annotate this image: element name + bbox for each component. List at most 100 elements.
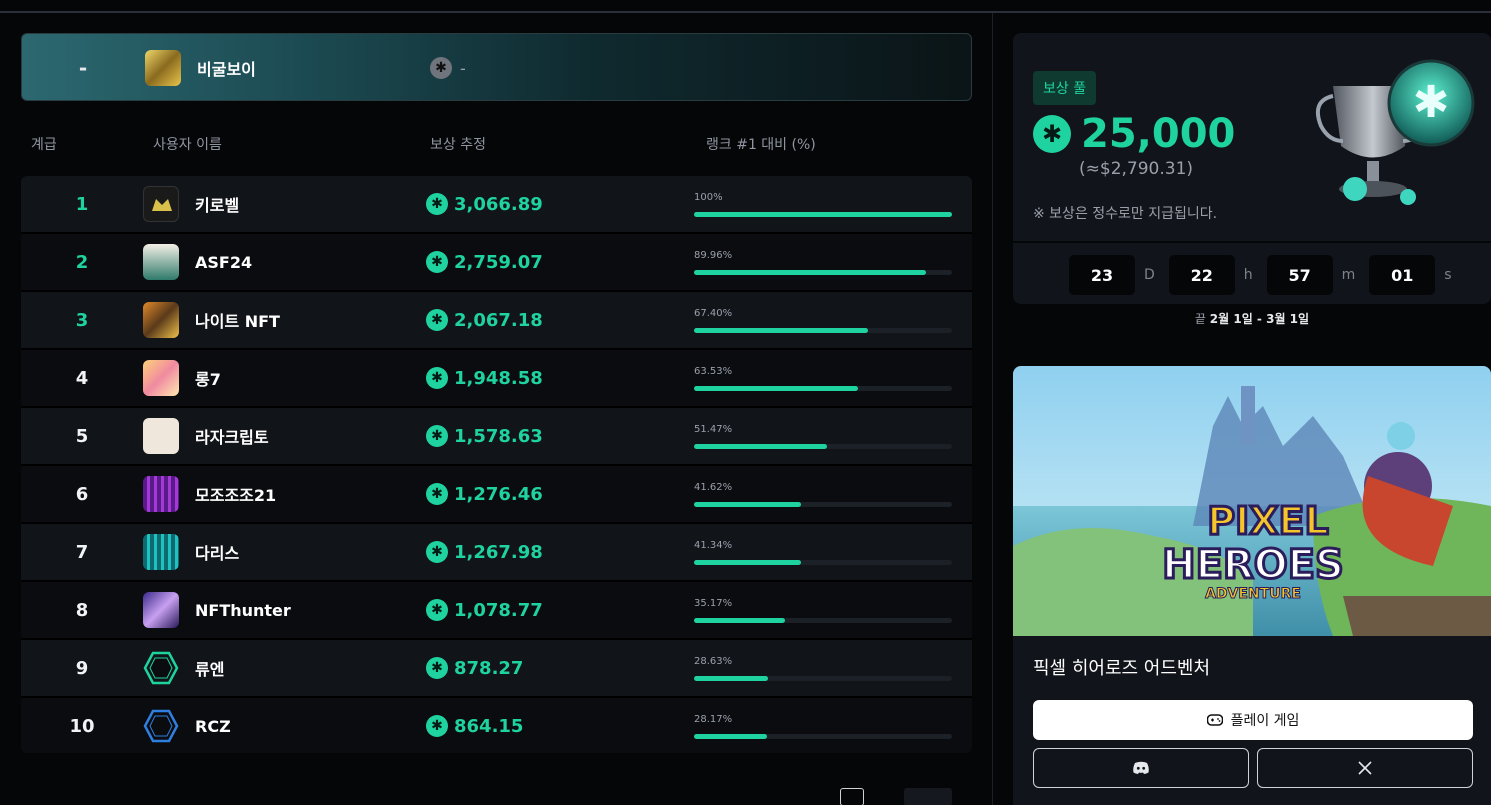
row-progress-bar — [694, 502, 952, 507]
row-percent-label: 89.96% — [694, 250, 733, 261]
row-rank: 10 — [69, 715, 95, 737]
row-reward: ✱ 878.27 — [426, 640, 523, 696]
game-title: 픽셀 히어로즈 어드벤처 — [1033, 658, 1211, 679]
row-reward-value: 1,078.77 — [454, 599, 543, 621]
x-icon — [1358, 761, 1372, 775]
user-avatar — [143, 476, 179, 512]
row-reward-value: 2,759.07 — [454, 251, 543, 273]
row-reward-value: 864.15 — [454, 715, 524, 737]
my-rank-row: - 비굴보이 ✱ - — [21, 33, 972, 101]
row-reward-value: 2,067.18 — [454, 309, 543, 331]
row-percent-label: 28.17% — [694, 714, 733, 725]
leaderboard-row[interactable]: 4 롱7 ✱ 1,948.58 63.53% — [21, 350, 972, 406]
header-reward: 보상 추정 — [430, 137, 486, 153]
timer-hours-unit: h — [1243, 267, 1253, 283]
coin-icon: ✱ — [426, 193, 448, 215]
leaderboard-row[interactable]: 8 NFThunter ✱ 1,078.77 35.17% — [21, 582, 972, 638]
header-username: 사용자 이름 — [153, 137, 222, 153]
row-progress-bar — [694, 734, 952, 739]
crown-icon — [152, 199, 172, 211]
row-rank: 1 — [75, 193, 89, 215]
row-progress-bar — [694, 618, 952, 623]
user-avatar — [143, 708, 179, 744]
row-progress-bar — [694, 328, 952, 333]
row-reward-value: 878.27 — [454, 657, 524, 679]
row-reward-value: 1,267.98 — [454, 541, 543, 563]
reward-pool-card: 보상 풀 ✱ 25,000 (≈$2,790.31) ※ 보상은 정수로만 지급… — [1013, 33, 1491, 304]
game-card: PIXEL HEROES ADVENTURE 픽셀 히어로즈 어드벤처 플레이 … — [1013, 366, 1491, 805]
leaderboard-row[interactable]: 10 RCZ ✱ 864.15 28.17% — [21, 698, 972, 753]
pagination-next-button[interactable] — [904, 788, 952, 805]
reward-pool-amount-value: 25,000 — [1081, 111, 1236, 157]
user-avatar — [143, 244, 179, 280]
pagination-current-page[interactable] — [840, 788, 864, 805]
column-divider — [992, 13, 993, 805]
row-username: 롱7 — [195, 370, 221, 389]
row-progress-fill — [694, 212, 952, 217]
header-tier: 계급 — [31, 137, 57, 153]
game-logo-line3: ADVENTURE — [1205, 586, 1301, 602]
leaderboard-row[interactable]: 3 나이트 NFT ✱ 2,067.18 67.40% — [21, 292, 972, 348]
row-progress-bar — [694, 270, 952, 275]
row-username: NFThunter — [195, 600, 291, 620]
user-avatar — [143, 650, 179, 686]
header-vs-first: 랭크 #1 대비 (%) — [706, 137, 816, 153]
row-reward: ✱ 1,267.98 — [426, 524, 543, 580]
leaderboard-row[interactable]: 7 다리스 ✱ 1,267.98 41.34% — [21, 524, 972, 580]
pool-separator — [1013, 241, 1491, 243]
row-reward: ✱ 2,759.07 — [426, 234, 543, 290]
row-reward: ✱ 1,078.77 — [426, 582, 543, 638]
row-reward: ✱ 3,066.89 — [426, 176, 543, 232]
reward-pool-badge: 보상 풀 — [1033, 71, 1097, 105]
game-logo-line2: HEROES — [1162, 542, 1344, 588]
my-reward: ✱ - — [430, 34, 466, 102]
row-progress-bar — [694, 676, 952, 681]
leaderboard-row[interactable]: 1 키로벨 ✱ 3,066.89 100% — [21, 176, 972, 232]
leaderboard-row[interactable]: 2 ASF24 ✱ 2,759.07 89.96% — [21, 234, 972, 290]
user-avatar — [143, 186, 179, 222]
reward-pool-note: ※ 보상은 정수로만 지급됩니다. — [1033, 206, 1218, 222]
timer-minutes: 57 — [1266, 255, 1333, 295]
row-percent-label: 41.62% — [694, 482, 733, 493]
trophy-icon: ✱ — [1316, 59, 1475, 205]
row-username: 모조조조21 — [195, 486, 277, 505]
row-percent-label: 51.47% — [694, 424, 733, 435]
gamepad-icon — [1206, 714, 1223, 726]
coin-icon: ✱ — [426, 599, 448, 621]
row-rank: 5 — [75, 425, 89, 447]
row-progress-bar — [694, 444, 952, 449]
row-progress-fill — [694, 270, 927, 275]
row-progress-fill — [694, 560, 801, 565]
coin-icon: ✱ — [426, 657, 448, 679]
row-percent-label: 35.17% — [694, 598, 733, 609]
row-reward: ✱ 1,578.63 — [426, 408, 543, 464]
row-rank: 7 — [75, 541, 89, 563]
leaderboard-row[interactable]: 6 모조조조21 ✱ 1,276.46 41.62% — [21, 466, 972, 522]
row-progress-fill — [694, 734, 767, 739]
row-username: 라자크립토 — [195, 428, 269, 447]
event-period-dates: 2월 1일 - 3월 1일 — [1209, 312, 1310, 326]
row-percent-label: 41.34% — [694, 540, 733, 551]
leaderboard-row[interactable]: 9 류엔 ✱ 878.27 28.63% — [21, 640, 972, 696]
row-reward: ✱ 2,067.18 — [426, 292, 543, 348]
hexagon-icon — [143, 651, 179, 685]
row-progress-fill — [694, 444, 827, 449]
row-username: 다리스 — [195, 544, 240, 563]
coin-icon: ✱ — [426, 425, 448, 447]
my-reward-value: - — [460, 58, 466, 78]
row-rank: 2 — [75, 251, 89, 273]
discord-button[interactable] — [1033, 748, 1249, 788]
row-progress-bar — [694, 212, 952, 217]
coin-icon: ✱ — [426, 715, 448, 737]
play-game-button[interactable]: 플레이 게임 — [1033, 700, 1473, 740]
row-progress-fill — [694, 502, 802, 507]
hexagon-icon — [143, 709, 179, 743]
game-banner-image[interactable]: PIXEL HEROES ADVENTURE — [1013, 366, 1491, 636]
top-divider — [0, 11, 1491, 13]
leaderboard-row[interactable]: 5 라자크립토 ✱ 1,578.63 51.47% — [21, 408, 972, 464]
row-reward-value: 1,578.63 — [454, 425, 543, 447]
row-rank: 9 — [75, 657, 89, 679]
coin-icon: ✱ — [426, 251, 448, 273]
x-button[interactable] — [1257, 748, 1473, 788]
reward-pool-amount: ✱ 25,000 — [1033, 111, 1235, 157]
